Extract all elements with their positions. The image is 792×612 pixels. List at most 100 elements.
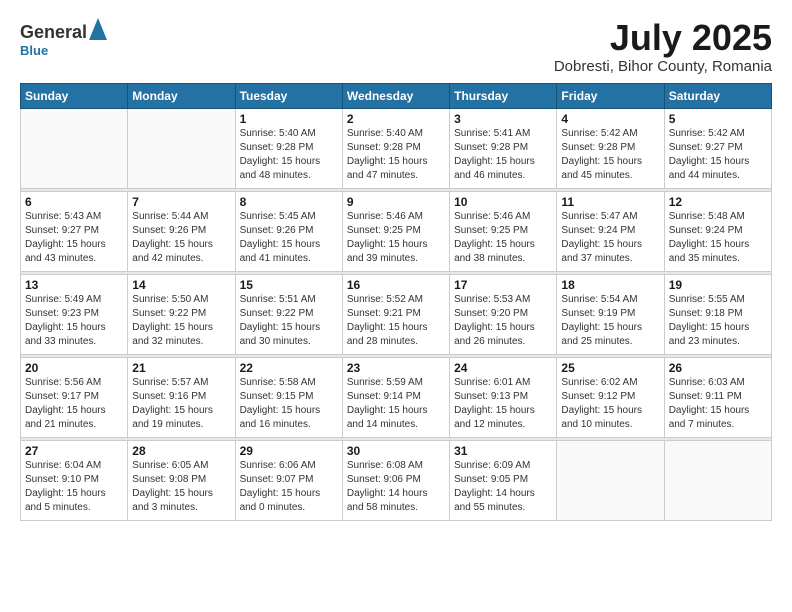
day-number: 24 bbox=[454, 361, 552, 375]
location-title: Dobresti, Bihor County, Romania bbox=[554, 58, 772, 75]
day-number: 1 bbox=[240, 112, 338, 126]
day-info: Sunrise: 5:52 AM Sunset: 9:21 PM Dayligh… bbox=[347, 293, 445, 349]
table-row: 6Sunrise: 5:43 AM Sunset: 9:27 PM Daylig… bbox=[21, 191, 128, 271]
table-row: 10Sunrise: 5:46 AM Sunset: 9:25 PM Dayli… bbox=[450, 191, 557, 271]
table-row: 25Sunrise: 6:02 AM Sunset: 9:12 PM Dayli… bbox=[557, 357, 664, 437]
day-number: 28 bbox=[132, 444, 230, 458]
day-number: 22 bbox=[240, 361, 338, 375]
table-row: 9Sunrise: 5:46 AM Sunset: 9:25 PM Daylig… bbox=[342, 191, 449, 271]
day-info: Sunrise: 5:49 AM Sunset: 9:23 PM Dayligh… bbox=[25, 293, 123, 349]
table-row: 23Sunrise: 5:59 AM Sunset: 9:14 PM Dayli… bbox=[342, 357, 449, 437]
day-number: 29 bbox=[240, 444, 338, 458]
day-number: 15 bbox=[240, 278, 338, 292]
day-info: Sunrise: 5:45 AM Sunset: 9:26 PM Dayligh… bbox=[240, 210, 338, 266]
table-row: 3Sunrise: 5:41 AM Sunset: 9:28 PM Daylig… bbox=[450, 108, 557, 188]
table-row: 26Sunrise: 6:03 AM Sunset: 9:11 PM Dayli… bbox=[664, 357, 771, 437]
table-row: 30Sunrise: 6:08 AM Sunset: 9:06 PM Dayli… bbox=[342, 440, 449, 520]
col-wednesday: Wednesday bbox=[342, 83, 449, 108]
day-number: 7 bbox=[132, 195, 230, 209]
col-tuesday: Tuesday bbox=[235, 83, 342, 108]
table-row: 15Sunrise: 5:51 AM Sunset: 9:22 PM Dayli… bbox=[235, 274, 342, 354]
table-row: 28Sunrise: 6:05 AM Sunset: 9:08 PM Dayli… bbox=[128, 440, 235, 520]
day-info: Sunrise: 5:41 AM Sunset: 9:28 PM Dayligh… bbox=[454, 127, 552, 183]
table-row: 11Sunrise: 5:47 AM Sunset: 9:24 PM Dayli… bbox=[557, 191, 664, 271]
day-info: Sunrise: 5:43 AM Sunset: 9:27 PM Dayligh… bbox=[25, 210, 123, 266]
table-row: 20Sunrise: 5:56 AM Sunset: 9:17 PM Dayli… bbox=[21, 357, 128, 437]
table-row: 4Sunrise: 5:42 AM Sunset: 9:28 PM Daylig… bbox=[557, 108, 664, 188]
col-saturday: Saturday bbox=[664, 83, 771, 108]
day-info: Sunrise: 5:55 AM Sunset: 9:18 PM Dayligh… bbox=[669, 293, 767, 349]
col-thursday: Thursday bbox=[450, 83, 557, 108]
day-info: Sunrise: 6:06 AM Sunset: 9:07 PM Dayligh… bbox=[240, 459, 338, 515]
day-number: 3 bbox=[454, 112, 552, 126]
day-info: Sunrise: 6:03 AM Sunset: 9:11 PM Dayligh… bbox=[669, 376, 767, 432]
day-info: Sunrise: 5:47 AM Sunset: 9:24 PM Dayligh… bbox=[561, 210, 659, 266]
table-row: 18Sunrise: 5:54 AM Sunset: 9:19 PM Dayli… bbox=[557, 274, 664, 354]
calendar-table: Sunday Monday Tuesday Wednesday Thursday… bbox=[20, 83, 772, 521]
day-info: Sunrise: 6:05 AM Sunset: 9:08 PM Dayligh… bbox=[132, 459, 230, 515]
col-friday: Friday bbox=[557, 83, 664, 108]
table-row: 1Sunrise: 5:40 AM Sunset: 9:28 PM Daylig… bbox=[235, 108, 342, 188]
table-row: 21Sunrise: 5:57 AM Sunset: 9:16 PM Dayli… bbox=[128, 357, 235, 437]
table-row: 5Sunrise: 5:42 AM Sunset: 9:27 PM Daylig… bbox=[664, 108, 771, 188]
page: General Blue July 2025 Dobresti, Bihor C… bbox=[0, 0, 792, 612]
table-row: 8Sunrise: 5:45 AM Sunset: 9:26 PM Daylig… bbox=[235, 191, 342, 271]
title-section: July 2025 Dobresti, Bihor County, Romani… bbox=[554, 18, 772, 75]
table-row: 2Sunrise: 5:40 AM Sunset: 9:28 PM Daylig… bbox=[342, 108, 449, 188]
calendar-week-row: 1 Sunrise: 5:40 AM Sunset: 9:28 PM Daylig… bbox=[21, 108, 772, 188]
day-number: 2 bbox=[347, 112, 445, 126]
day-number: 27 bbox=[25, 444, 123, 458]
table-row bbox=[557, 440, 664, 520]
calendar-week-row: 6Sunrise: 5:43 AM Sunset: 9:27 PM Daylig… bbox=[21, 191, 772, 271]
day-info: Sunrise: 6:01 AM Sunset: 9:13 PM Dayligh… bbox=[454, 376, 552, 432]
month-title: July 2025 bbox=[554, 18, 772, 58]
day-number: 12 bbox=[669, 195, 767, 209]
table-row bbox=[128, 108, 235, 188]
day-info: Sunrise: 5:50 AM Sunset: 9:22 PM Dayligh… bbox=[132, 293, 230, 349]
day-info: Sunrise: 5:46 AM Sunset: 9:25 PM Dayligh… bbox=[454, 210, 552, 266]
table-row bbox=[21, 108, 128, 188]
day-info: Sunrise: 5:57 AM Sunset: 9:16 PM Dayligh… bbox=[132, 376, 230, 432]
table-row: 31Sunrise: 6:09 AM Sunset: 9:05 PM Dayli… bbox=[450, 440, 557, 520]
table-row: 13Sunrise: 5:49 AM Sunset: 9:23 PM Dayli… bbox=[21, 274, 128, 354]
day-info: Sunrise: 6:04 AM Sunset: 9:10 PM Dayligh… bbox=[25, 459, 123, 515]
table-row: 16Sunrise: 5:52 AM Sunset: 9:21 PM Dayli… bbox=[342, 274, 449, 354]
day-info: Sunrise: 5:48 AM Sunset: 9:24 PM Dayligh… bbox=[669, 210, 767, 266]
day-number: 10 bbox=[454, 195, 552, 209]
table-row: 24Sunrise: 6:01 AM Sunset: 9:13 PM Dayli… bbox=[450, 357, 557, 437]
day-number: 20 bbox=[25, 361, 123, 375]
day-info: Sunrise: 5:44 AM Sunset: 9:26 PM Dayligh… bbox=[132, 210, 230, 266]
table-row: 17Sunrise: 5:53 AM Sunset: 9:20 PM Dayli… bbox=[450, 274, 557, 354]
calendar-week-row: 27Sunrise: 6:04 AM Sunset: 9:10 PM Dayli… bbox=[21, 440, 772, 520]
day-number: 21 bbox=[132, 361, 230, 375]
day-info: Sunrise: 6:09 AM Sunset: 9:05 PM Dayligh… bbox=[454, 459, 552, 515]
logo-general: General bbox=[20, 23, 87, 41]
table-row bbox=[664, 440, 771, 520]
day-number: 4 bbox=[561, 112, 659, 126]
day-info: Sunrise: 6:02 AM Sunset: 9:12 PM Dayligh… bbox=[561, 376, 659, 432]
table-row: 29Sunrise: 6:06 AM Sunset: 9:07 PM Dayli… bbox=[235, 440, 342, 520]
table-row: 27Sunrise: 6:04 AM Sunset: 9:10 PM Dayli… bbox=[21, 440, 128, 520]
col-monday: Monday bbox=[128, 83, 235, 108]
day-info: Sunrise: 5:42 AM Sunset: 9:27 PM Dayligh… bbox=[669, 127, 767, 183]
table-row: 7Sunrise: 5:44 AM Sunset: 9:26 PM Daylig… bbox=[128, 191, 235, 271]
day-number: 14 bbox=[132, 278, 230, 292]
day-info: Sunrise: 5:54 AM Sunset: 9:19 PM Dayligh… bbox=[561, 293, 659, 349]
day-number: 31 bbox=[454, 444, 552, 458]
day-number: 30 bbox=[347, 444, 445, 458]
calendar-week-row: 20Sunrise: 5:56 AM Sunset: 9:17 PM Dayli… bbox=[21, 357, 772, 437]
day-number: 23 bbox=[347, 361, 445, 375]
day-number: 11 bbox=[561, 195, 659, 209]
table-row: 12Sunrise: 5:48 AM Sunset: 9:24 PM Dayli… bbox=[664, 191, 771, 271]
header: General Blue July 2025 Dobresti, Bihor C… bbox=[20, 18, 772, 75]
day-info: Sunrise: 5:56 AM Sunset: 9:17 PM Dayligh… bbox=[25, 376, 123, 432]
day-number: 18 bbox=[561, 278, 659, 292]
day-number: 25 bbox=[561, 361, 659, 375]
day-info: Sunrise: 6:08 AM Sunset: 9:06 PM Dayligh… bbox=[347, 459, 445, 515]
day-info: Sunrise: 5:46 AM Sunset: 9:25 PM Dayligh… bbox=[347, 210, 445, 266]
logo: General Blue bbox=[20, 18, 107, 58]
logo-icon bbox=[89, 18, 107, 40]
day-info: Sunrise: 5:40 AM Sunset: 9:28 PM Dayligh… bbox=[347, 127, 445, 183]
table-row: 14Sunrise: 5:50 AM Sunset: 9:22 PM Dayli… bbox=[128, 274, 235, 354]
logo-blue: Blue bbox=[20, 43, 48, 58]
